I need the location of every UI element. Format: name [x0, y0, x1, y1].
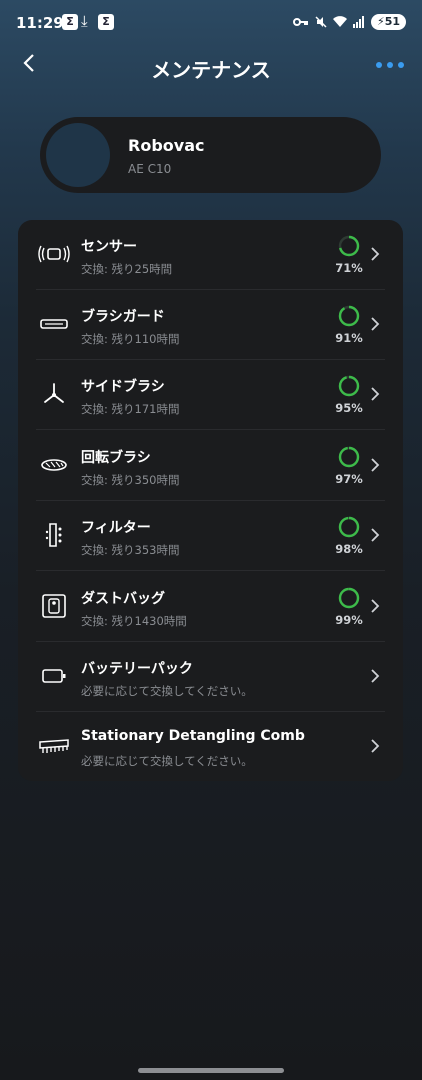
side-brush-icon: [38, 382, 70, 406]
item-remaining: 交換: 残り171時間: [81, 402, 180, 416]
item-remaining: 交換: 残り1430時間: [81, 614, 187, 628]
maintenance-item-battery-pack[interactable]: バッテリーパック 必要に応じて交換してください。: [18, 642, 403, 712]
more-options-icon[interactable]: [376, 62, 404, 68]
progress-ring: [338, 587, 360, 609]
device-avatar: [46, 123, 110, 187]
maintenance-item-dust-bag[interactable]: ダストバッグ 交換: 残り1430時間 99%: [18, 572, 403, 642]
chevron-right-icon: [371, 528, 380, 542]
mute-icon: [315, 16, 327, 28]
key-icon: [292, 18, 308, 26]
item-label: ダストバッグ: [81, 591, 165, 607]
chevron-right-icon: [371, 599, 380, 613]
chevron-right-icon: [371, 247, 380, 261]
status-time: 11:29: [16, 14, 64, 32]
item-percent: 71%: [335, 261, 363, 275]
notification-icon: Σ: [62, 14, 78, 30]
battery-indicator: ⚡51: [370, 14, 406, 30]
app-header: メンテナンス: [0, 48, 422, 88]
brush-guard-icon: [38, 312, 70, 336]
item-remaining: 交換: 残り350時間: [81, 473, 180, 487]
item-label: フィルター: [81, 520, 151, 536]
signal-icon: [352, 16, 364, 28]
wifi-icon: [332, 16, 347, 27]
progress-ring: [338, 516, 360, 538]
progress-ring: [338, 305, 360, 327]
item-label: サイドブラシ: [81, 379, 165, 395]
chevron-right-icon: [371, 669, 380, 683]
notification-icon: Σ: [98, 14, 114, 30]
progress-ring: [338, 446, 360, 468]
device-name: Robovac: [128, 136, 205, 155]
item-percent: 99%: [335, 613, 363, 627]
item-percent: 95%: [335, 401, 363, 415]
chevron-right-icon: [371, 458, 380, 472]
item-label: 回転ブラシ: [81, 450, 151, 466]
item-remaining: 必要に応じて交換してください。: [81, 684, 253, 698]
device-card[interactable]: Robovac AE C10: [40, 117, 381, 193]
chevron-right-icon: [371, 739, 380, 753]
comb-icon: [38, 734, 70, 758]
item-label: バッテリーパック: [81, 661, 193, 677]
item-label: Stationary Detangling Comb: [81, 728, 305, 744]
progress-ring: [338, 235, 360, 257]
maintenance-item-sensor[interactable]: センサー 交換: 残り25時間 71%: [18, 220, 403, 290]
battery-level: 51: [384, 15, 400, 28]
item-percent: 98%: [335, 542, 363, 556]
item-remaining: 交換: 残り110時間: [81, 332, 180, 346]
maintenance-item-detangling-comb[interactable]: Stationary Detangling Comb 必要に応じて交換してくださ…: [18, 712, 403, 782]
item-label: ブラシガード: [81, 309, 165, 325]
item-remaining: 必要に応じて交換してください。: [81, 754, 253, 768]
download-icon: ⤓: [81, 12, 88, 30]
item-remaining: 交換: 残り353時間: [81, 543, 180, 557]
chevron-right-icon: [371, 317, 380, 331]
maintenance-item-filter[interactable]: フィルター 交換: 残り353時間 98%: [18, 501, 403, 571]
filter-icon: [38, 523, 70, 547]
progress-ring: [338, 375, 360, 397]
dust-bag-icon: [38, 594, 70, 618]
chevron-right-icon: [371, 387, 380, 401]
item-percent: 97%: [335, 472, 363, 486]
rolling-brush-icon: [38, 453, 70, 477]
item-label: センサー: [81, 239, 137, 255]
maintenance-item-side-brush[interactable]: サイドブラシ 交換: 残り171時間 95%: [18, 360, 403, 430]
maintenance-item-brush-guard[interactable]: ブラシガード 交換: 残り110時間 91%: [18, 290, 403, 360]
maintenance-item-rolling-brush[interactable]: 回転ブラシ 交換: 残り350時間 97%: [18, 431, 403, 501]
sensor-icon: [38, 242, 70, 266]
home-indicator[interactable]: [138, 1068, 284, 1073]
maintenance-list: センサー 交換: 残り25時間 71% ブラシガード 交換: 残り110時間 9…: [18, 220, 403, 781]
item-remaining: 交換: 残り25時間: [81, 262, 173, 276]
device-model: AE C10: [128, 162, 172, 176]
page-title: メンテナンス: [151, 58, 271, 82]
item-percent: 91%: [335, 331, 363, 345]
status-bar: 11:29 Σ ⤓ Σ ⚡51: [0, 0, 422, 46]
battery-pack-icon: [38, 664, 70, 688]
